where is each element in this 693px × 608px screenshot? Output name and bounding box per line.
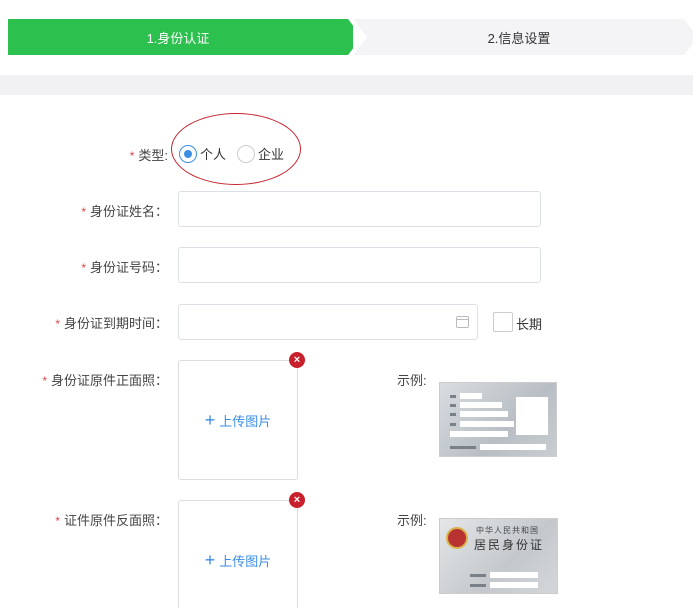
long-term-checkbox[interactable] (493, 312, 513, 332)
step-identity-label: 1.身份认证 (146, 30, 210, 46)
plus-icon: + (204, 410, 216, 430)
calendar-icon[interactable] (456, 316, 469, 328)
id-card-back-example: 中华人民共和国 居民身份证 (439, 518, 558, 594)
type-label: * 类型: (129, 148, 168, 163)
plus-icon: + (204, 550, 216, 570)
example-label-back: 示例: (397, 513, 427, 528)
step-info-settings[interactable]: 2.信息设置 (353, 19, 693, 55)
card-back-title: 中华人民共和国 (476, 526, 539, 535)
annotation-ellipse (171, 113, 301, 185)
example-label-front: 示例: (397, 373, 427, 388)
photo-placeholder (516, 397, 548, 435)
id-number-label: * 身份证号码： (81, 260, 168, 275)
id-name-label: * 身份证姓名： (81, 204, 168, 219)
section-divider (0, 75, 693, 95)
close-icon[interactable]: × (289, 352, 305, 368)
upload-label: 上传图片 (219, 413, 272, 429)
step-identity[interactable]: 1.身份认证 (8, 19, 362, 55)
id-card-front-example (439, 382, 557, 457)
upload-label: 上传图片 (219, 553, 272, 569)
step-info-settings-label: 2.信息设置 (487, 30, 551, 46)
id-number-input[interactable] (178, 247, 541, 283)
step-indicator: 1.身份认证 2.信息设置 (8, 19, 693, 55)
id-name-input[interactable] (178, 191, 541, 227)
back-photo-label: * 证件原件反面照： (55, 513, 168, 528)
id-expiry-date-input[interactable] (178, 304, 478, 340)
back-photo-upload[interactable]: + 上传图片 (178, 500, 298, 608)
id-expiry-label: * 身份证到期时间： (55, 316, 168, 331)
long-term-label: 长期 (516, 317, 543, 332)
front-photo-label: * 身份证原件正面照： (42, 373, 168, 388)
close-icon[interactable]: × (289, 492, 305, 508)
card-back-subtitle: 居民身份证 (474, 538, 545, 552)
front-photo-upload[interactable]: + 上传图片 (178, 360, 298, 480)
emblem-icon (446, 527, 468, 549)
